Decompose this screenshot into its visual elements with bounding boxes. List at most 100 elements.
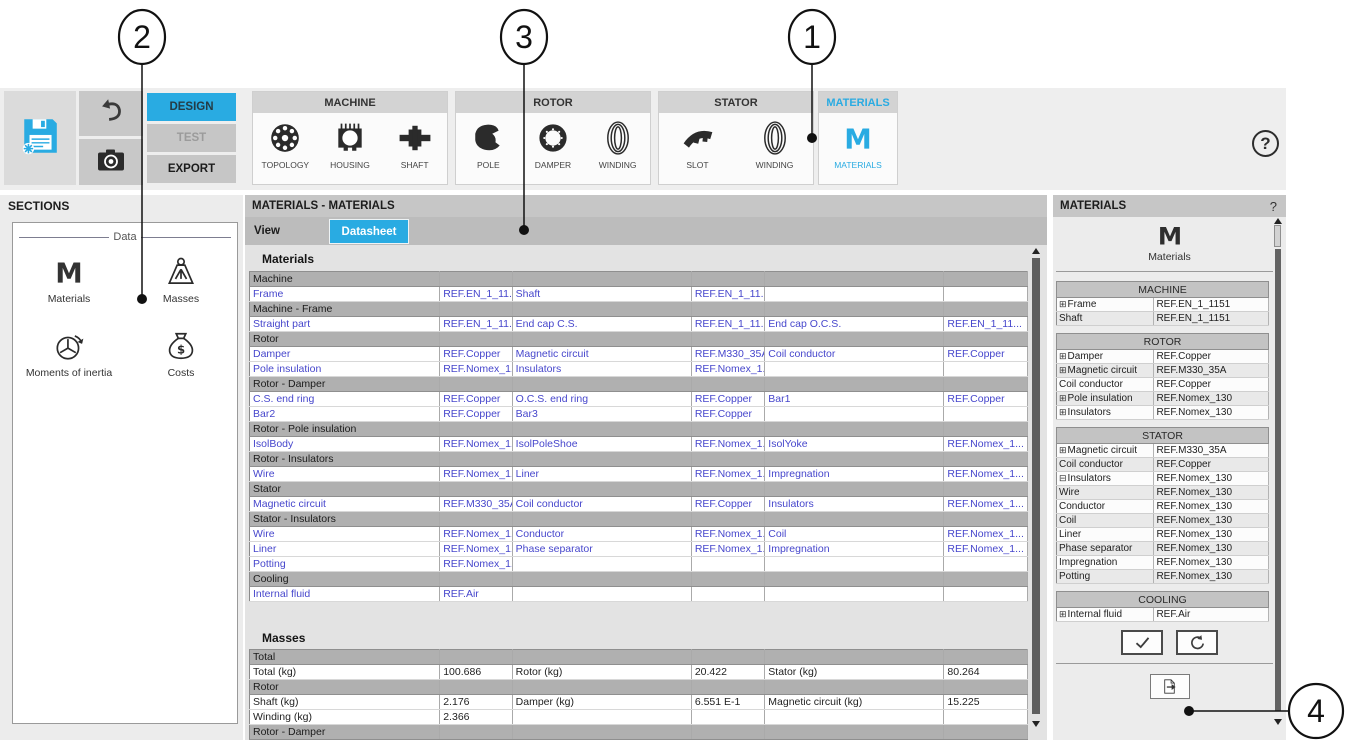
cell-label[interactable]: O.C.S. end ring	[512, 392, 691, 407]
cell-value[interactable]: REF.Copper	[691, 407, 764, 422]
cell-value[interactable]: REF.Nomex_1...	[691, 437, 764, 452]
section-item-costs[interactable]: $Costs	[125, 329, 237, 379]
cell-value[interactable]: REF.EN_1_11...	[691, 287, 764, 302]
section-item-moments-of-inertia[interactable]: Moments of inertia	[13, 329, 125, 379]
assignment-row[interactable]: Coil conductorREF.Copper	[1057, 378, 1269, 392]
assignment-row[interactable]: ⊞FrameREF.EN_1_1151	[1057, 298, 1269, 312]
assignment-row[interactable]: ShaftREF.EN_1_1151	[1057, 312, 1269, 326]
main-scrollbar[interactable]	[1031, 247, 1042, 737]
assignment-row[interactable]: PottingREF.Nomex_130	[1057, 570, 1269, 584]
scroll-up-icon[interactable]	[1274, 218, 1282, 224]
component-name-cell[interactable]: ⊞Frame	[1057, 298, 1154, 312]
cell-label[interactable]: Damper	[250, 347, 440, 362]
cell-label[interactable]: Wire	[250, 527, 440, 542]
cell-label[interactable]: C.S. end ring	[250, 392, 440, 407]
component-name-cell[interactable]: ⊞Pole insulation	[1057, 392, 1154, 406]
collapse-minus-icon[interactable]: ⊟	[1059, 473, 1067, 483]
material-ref-cell[interactable]: REF.Nomex_130	[1154, 542, 1269, 556]
assignment-row[interactable]: ⊞Magnetic circuitREF.M330_35A	[1057, 364, 1269, 378]
toolbar-button-winding[interactable]: WINDING	[587, 121, 649, 170]
toolbar-button-winding[interactable]: WINDING	[744, 121, 806, 170]
cell-value[interactable]: REF.Nomex_1...	[440, 437, 512, 452]
expand-plus-icon[interactable]: ⊞	[1059, 609, 1067, 619]
cell-label[interactable]: Impregnation	[765, 542, 944, 557]
scrollbar-thumb[interactable]	[1032, 258, 1040, 714]
cell-label[interactable]: Conductor	[512, 527, 691, 542]
scroll-down-icon[interactable]	[1032, 721, 1040, 727]
material-ref-cell[interactable]: REF.Nomex_130	[1154, 500, 1269, 514]
cell-value[interactable]: REF.M330_35A	[440, 497, 512, 512]
cell-value[interactable]: REF.Copper	[691, 392, 764, 407]
expand-plus-icon[interactable]: ⊞	[1059, 365, 1067, 375]
cell-value[interactable]: REF.Nomex_1...	[691, 362, 764, 377]
assignment-row[interactable]: Phase separatorREF.Nomex_130	[1057, 542, 1269, 556]
cell-value[interactable]: REF.EN_1_11...	[944, 317, 1028, 332]
component-name-cell[interactable]: Coil conductor	[1057, 458, 1154, 472]
cell-value[interactable]: REF.Copper	[944, 392, 1028, 407]
cell-label[interactable]: End cap O.C.S.	[765, 317, 944, 332]
cell-value[interactable]: REF.EN_1_11...	[440, 287, 512, 302]
assignment-row[interactable]: WireREF.Nomex_130	[1057, 486, 1269, 500]
component-name-cell[interactable]: ⊞Magnetic circuit	[1057, 444, 1154, 458]
undo-button[interactable]	[79, 91, 143, 136]
assignment-row[interactable]: ImpregnationREF.Nomex_130	[1057, 556, 1269, 570]
cell-label[interactable]: Shaft	[512, 287, 691, 302]
cell-value[interactable]: REF.Copper	[440, 407, 512, 422]
cell-label[interactable]: Insulators	[765, 497, 944, 512]
cell-label[interactable]: Bar2	[250, 407, 440, 422]
cell-label[interactable]: Coil conductor	[765, 347, 944, 362]
cell-value[interactable]: REF.Nomex_1...	[944, 467, 1028, 482]
material-ref-cell[interactable]: REF.M330_35A	[1154, 444, 1269, 458]
material-ref-cell[interactable]: REF.Copper	[1154, 350, 1269, 364]
cell-value[interactable]: REF.Copper	[440, 392, 512, 407]
test-mode-button[interactable]: TEST	[147, 124, 236, 152]
material-ref-cell[interactable]: REF.Nomex_130	[1154, 514, 1269, 528]
component-name-cell[interactable]: Impregnation	[1057, 556, 1154, 570]
component-name-cell[interactable]: Coil	[1057, 514, 1154, 528]
cell-label[interactable]: Bar1	[765, 392, 944, 407]
material-ref-cell[interactable]: REF.Nomex_130	[1154, 392, 1269, 406]
design-mode-button[interactable]: DESIGN	[147, 93, 236, 121]
component-name-cell[interactable]: Conductor	[1057, 500, 1154, 514]
cell-value[interactable]: REF.Nomex_1...	[440, 467, 512, 482]
component-name-cell[interactable]: Coil conductor	[1057, 378, 1154, 392]
material-ref-cell[interactable]: REF.EN_1_1151	[1154, 312, 1269, 326]
scroll-down-icon[interactable]	[1274, 719, 1282, 725]
material-ref-cell[interactable]: REF.Copper	[1154, 378, 1269, 392]
right-panel-scrollbar[interactable]	[1273, 217, 1283, 740]
export-report-button[interactable]	[1150, 674, 1190, 699]
component-name-cell[interactable]: ⊞Internal fluid	[1057, 608, 1154, 622]
scrollbar-track[interactable]	[1275, 249, 1281, 711]
cell-label[interactable]: Frame	[250, 287, 440, 302]
tab-view[interactable]: View	[254, 217, 280, 245]
cell-label[interactable]: Potting	[250, 557, 440, 572]
cell-label[interactable]: IsolYoke	[765, 437, 944, 452]
cell-label[interactable]: Magnetic circuit	[250, 497, 440, 512]
cell-value[interactable]: REF.Nomex_1...	[440, 557, 512, 572]
component-name-cell[interactable]: ⊟Insulators	[1057, 472, 1154, 486]
assignment-row[interactable]: ⊟InsulatorsREF.Nomex_130	[1057, 472, 1269, 486]
cell-value[interactable]: REF.Nomex_1...	[440, 527, 512, 542]
cell-label[interactable]: Impregnation	[765, 467, 944, 482]
toolbar-button-damper[interactable]: DAMPER	[522, 121, 584, 170]
cell-value[interactable]: REF.Nomex_1...	[691, 542, 764, 557]
material-ref-cell[interactable]: REF.Nomex_130	[1154, 406, 1269, 420]
assignment-row[interactable]: ConductorREF.Nomex_130	[1057, 500, 1269, 514]
component-name-cell[interactable]: Potting	[1057, 570, 1154, 584]
component-name-cell[interactable]: Shaft	[1057, 312, 1154, 326]
assignment-row[interactable]: ⊞DamperREF.Copper	[1057, 350, 1269, 364]
cell-value[interactable]: REF.Copper	[691, 497, 764, 512]
cell-value[interactable]: REF.Nomex_1...	[691, 467, 764, 482]
cell-label[interactable]: Straight part	[250, 317, 440, 332]
assignment-row[interactable]: LinerREF.Nomex_130	[1057, 528, 1269, 542]
cell-value[interactable]: REF.Copper	[944, 347, 1028, 362]
section-item-masses[interactable]: Masses	[125, 255, 237, 305]
toolbar-button-housing[interactable]: HOUSING	[319, 121, 381, 170]
material-ref-cell[interactable]: REF.M330_35A	[1154, 364, 1269, 378]
cell-value[interactable]: REF.Copper	[440, 347, 512, 362]
component-name-cell[interactable]: ⊞Magnetic circuit	[1057, 364, 1154, 378]
toolbar-button-slot[interactable]: SLOT	[667, 121, 729, 170]
assignment-row[interactable]: ⊞InsulatorsREF.Nomex_130	[1057, 406, 1269, 420]
toolbar-button-pole[interactable]: POLE	[457, 121, 519, 170]
component-name-cell[interactable]: ⊞Insulators	[1057, 406, 1154, 420]
